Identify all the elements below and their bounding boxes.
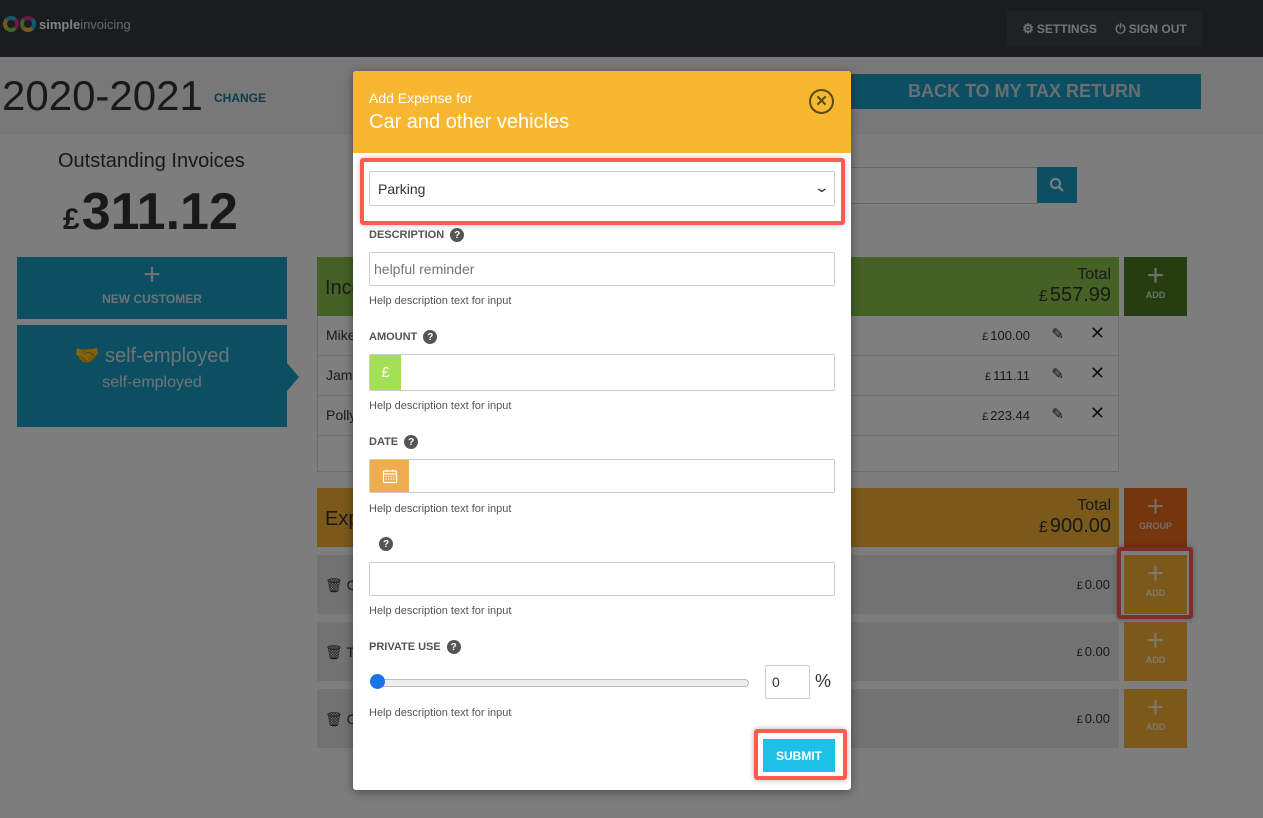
unnamed-help-text: Help description text for input <box>369 605 512 617</box>
help-icon[interactable]: ? <box>404 435 419 449</box>
modal-subtitle: Add Expense for <box>369 90 473 106</box>
description-input[interactable] <box>369 252 835 286</box>
private-use-slider[interactable] <box>371 679 749 687</box>
pound-icon: £ <box>381 364 390 381</box>
description-label: DESCRIPTION? <box>369 228 465 242</box>
private-use-help-text: Help description text for input <box>369 707 512 719</box>
private-use-value: 0 <box>772 674 780 690</box>
modal-header: Add Expense for Car and other vehicles ✕ <box>353 71 851 153</box>
chevron-down-icon: ⌄ <box>813 179 831 195</box>
private-use-slider-handle[interactable] <box>370 674 385 689</box>
help-icon[interactable]: ? <box>446 640 461 654</box>
private-use-percent-input[interactable]: 0 <box>765 665 810 699</box>
add-expense-modal: Add Expense for Car and other vehicles ✕… <box>353 71 851 790</box>
modal-title: Car and other vehicles <box>369 111 570 133</box>
date-input[interactable] <box>369 459 835 493</box>
unnamed-field-label: ? <box>373 537 393 551</box>
description-help-text: Help description text for input <box>369 295 512 307</box>
selected-category: Parking <box>378 181 426 197</box>
amount-input[interactable]: £ <box>369 354 835 391</box>
submit-button[interactable]: SUBMIT <box>763 739 835 772</box>
help-icon[interactable]: ? <box>423 330 438 344</box>
date-help-text: Help description text for input <box>369 503 512 515</box>
private-use-label: PRIVATE USE? <box>369 640 461 654</box>
unnamed-input[interactable] <box>369 562 835 596</box>
calendar-icon <box>382 469 397 484</box>
private-use-label-text: PRIVATE USE <box>369 641 441 653</box>
close-icon[interactable]: ✕ <box>809 89 834 114</box>
date-label: DATE? <box>369 435 419 449</box>
help-icon[interactable]: ? <box>450 228 465 242</box>
help-icon[interactable]: ? <box>379 537 393 551</box>
calendar-addon[interactable] <box>370 460 409 492</box>
date-label-text: DATE <box>369 436 399 448</box>
pound-addon: £ <box>370 355 401 390</box>
percent-sign: % <box>815 671 832 691</box>
amount-help-text: Help description text for input <box>369 400 512 412</box>
expense-category-select[interactable]: Parking ⌄ <box>369 171 835 206</box>
amount-label: AMOUNT? <box>369 330 438 344</box>
description-label-text: DESCRIPTION <box>369 229 445 241</box>
amount-label-text: AMOUNT <box>369 331 418 343</box>
